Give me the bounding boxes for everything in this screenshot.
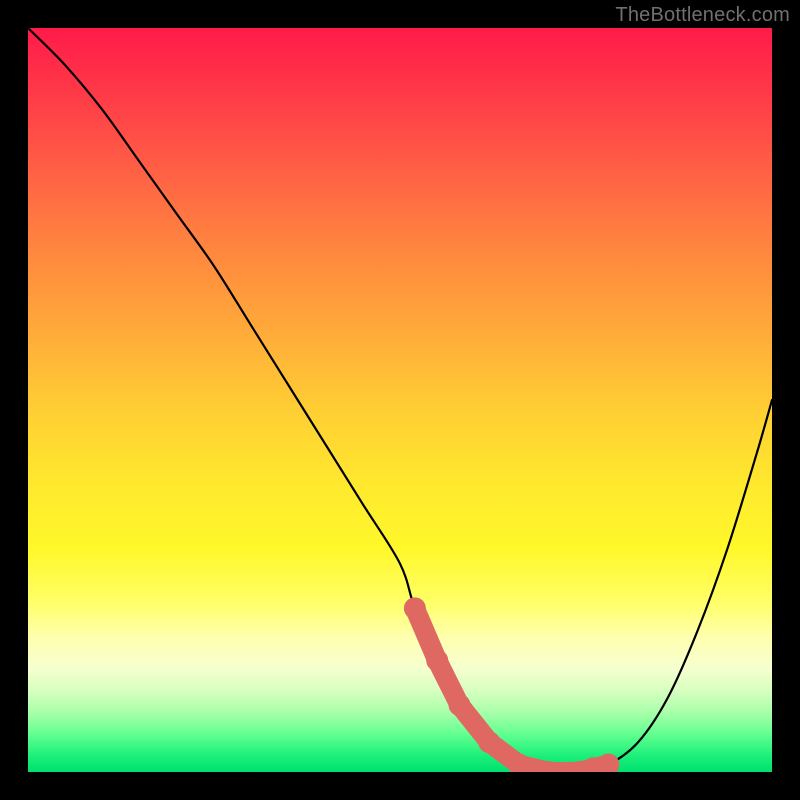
- chart-plot-area: [28, 28, 772, 772]
- optimal-range-dot: [426, 649, 448, 671]
- optimal-range-dot: [478, 731, 500, 753]
- optimal-range-dot: [404, 597, 426, 619]
- watermark-text: TheBottleneck.com: [615, 4, 790, 27]
- chart-svg-layer: [28, 28, 772, 772]
- bottleneck-curve-line: [28, 28, 772, 772]
- optimal-range-dot: [449, 694, 471, 716]
- optimal-range-line: [415, 608, 608, 772]
- optimal-range-markers: [404, 597, 619, 772]
